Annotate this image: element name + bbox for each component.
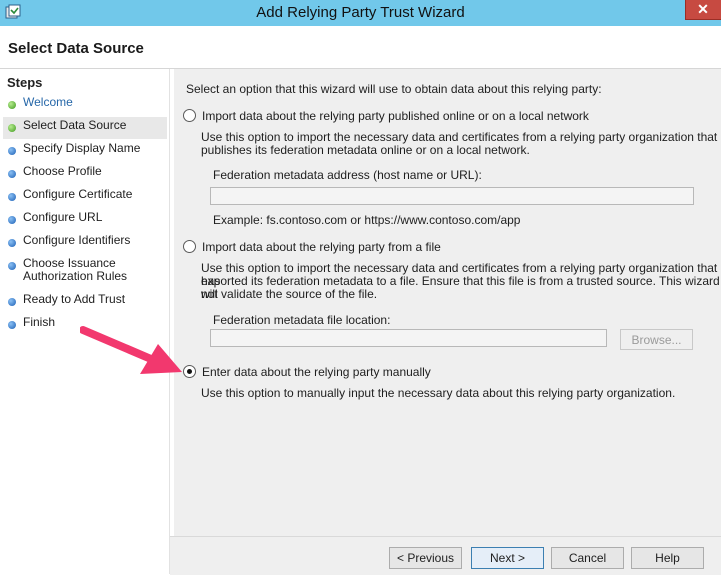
content-pane: Select an option that this wizard will u… — [170, 69, 721, 574]
step-configure-identifiers: Configure Identifiers — [3, 232, 167, 254]
previous-button[interactable]: < Previous — [389, 547, 462, 569]
step-label: Specify Display Name — [23, 141, 141, 155]
next-button[interactable]: Next > — [471, 547, 544, 569]
step-label-line2: Authorization Rules — [23, 269, 128, 283]
option-manual-desc: Use this option to manually input the ne… — [201, 386, 676, 400]
browse-button[interactable]: Browse... — [620, 329, 693, 350]
step-label: Select Data Source — [23, 118, 127, 132]
step-label: Configure Certificate — [23, 187, 133, 201]
step-pending-icon — [8, 170, 16, 178]
step-label: Configure Identifiers — [23, 233, 131, 247]
option-file-desc-line3: not validate the source of the file. — [201, 287, 378, 301]
step-pending-icon — [8, 193, 16, 201]
option-file-label[interactable]: Import data about the relying party from… — [202, 241, 441, 254]
step-select-data-source: Select Data Source — [3, 117, 167, 139]
cancel-button[interactable]: Cancel — [551, 547, 624, 569]
option-manual-label[interactable]: Enter data about the relying party manua… — [202, 366, 431, 379]
step-label: Configure URL — [23, 210, 103, 224]
option-online-label[interactable]: Import data about the relying party publ… — [202, 110, 589, 123]
step-complete-icon — [8, 101, 16, 109]
radio-import-file[interactable] — [183, 240, 196, 253]
step-choose-profile: Choose Profile — [3, 163, 167, 185]
step-label: Choose Profile — [23, 164, 102, 178]
step-pending-icon — [8, 321, 16, 329]
help-button[interactable]: Help — [631, 547, 704, 569]
step-configure-url: Configure URL — [3, 209, 167, 231]
step-pending-icon — [8, 216, 16, 224]
step-pending-icon — [8, 239, 16, 247]
step-pending-icon — [8, 147, 16, 155]
steps-heading: Steps — [7, 75, 43, 90]
metadata-address-input[interactable] — [210, 187, 694, 205]
step-pending-icon — [8, 298, 16, 306]
step-label: Ready to Add Trust — [23, 292, 126, 306]
step-complete-icon — [8, 124, 16, 132]
metadata-address-example: Example: fs.contoso.com or https://www.c… — [213, 213, 521, 227]
step-label: Finish — [23, 315, 56, 329]
annotation-arrow-icon — [80, 326, 182, 374]
step-configure-certificate: Configure Certificate — [3, 186, 167, 208]
close-button[interactable]: ✕ — [685, 0, 721, 20]
metadata-file-label: Federation metadata file location: — [213, 313, 391, 327]
metadata-file-input[interactable] — [210, 329, 607, 347]
step-specify-display-name: Specify Display Name — [3, 140, 167, 162]
page-title: Select Data Source — [8, 40, 144, 57]
window-title: Add Relying Party Trust Wizard — [256, 4, 465, 21]
step-ready-to-add-trust: Ready to Add Trust — [3, 291, 167, 313]
step-pending-icon — [8, 262, 16, 270]
step-choose-issuance-authorization-rules: Choose Issuance Authorization Rules — [3, 255, 167, 289]
step-label: Welcome — [23, 95, 73, 109]
intro-text: Select an option that this wizard will u… — [186, 82, 602, 96]
close-icon: ✕ — [697, 1, 709, 17]
step-welcome: Welcome — [3, 94, 167, 116]
radio-import-online[interactable] — [183, 109, 196, 122]
option-online-desc-line2: publishes its federation metadata online… — [201, 143, 530, 157]
metadata-address-label: Federation metadata address (host name o… — [213, 168, 482, 182]
